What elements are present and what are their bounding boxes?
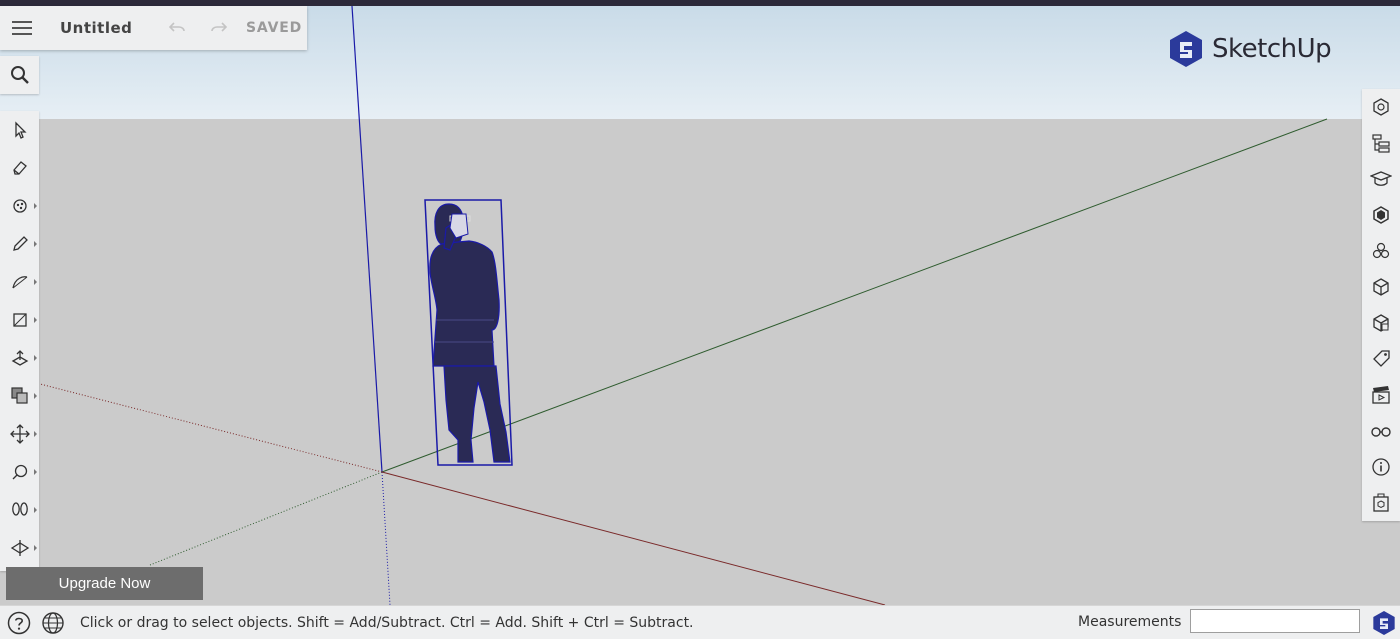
walk-tool[interactable] bbox=[0, 491, 39, 529]
rectangle-icon bbox=[12, 313, 27, 327]
info-icon bbox=[1372, 458, 1390, 476]
language-button[interactable] bbox=[38, 608, 68, 638]
sketchup-icon bbox=[1372, 610, 1395, 635]
document-title[interactable]: Untitled bbox=[60, 19, 156, 37]
help-button[interactable] bbox=[4, 608, 34, 638]
right-panel-toolbar bbox=[1362, 89, 1400, 521]
outliner-panel-button[interactable] bbox=[1362, 125, 1400, 161]
push-pull-icon bbox=[11, 350, 28, 366]
brand-name: SketchUp bbox=[1212, 34, 1332, 64]
left-toolbar bbox=[0, 111, 39, 571]
instructor-panel-button[interactable] bbox=[1362, 161, 1400, 197]
person-figure[interactable] bbox=[424, 199, 513, 466]
solid-tools-panel-button[interactable] bbox=[1362, 305, 1400, 341]
blue-axis bbox=[351, 5, 383, 473]
document-title-bar: Untitled SAVED bbox=[0, 6, 307, 50]
display-panel-button[interactable] bbox=[1362, 413, 1400, 449]
hamburger-icon bbox=[12, 21, 32, 35]
tool-flyout-caret bbox=[34, 507, 37, 513]
redo-button[interactable] bbox=[198, 6, 240, 50]
outliner-icon bbox=[1372, 134, 1390, 153]
scenes-panel-button[interactable] bbox=[1362, 377, 1400, 413]
upgrade-now-button[interactable]: Upgrade Now bbox=[6, 567, 203, 600]
push-pull-tool[interactable] bbox=[0, 339, 39, 377]
measurements-label: Measurements bbox=[1078, 614, 1182, 630]
solid-tools-icon bbox=[1373, 314, 1389, 332]
tool-flyout-caret bbox=[34, 355, 37, 361]
tool-flyout-caret bbox=[34, 317, 37, 323]
green-axis-dotted bbox=[149, 471, 383, 566]
undo-icon bbox=[169, 22, 185, 32]
eraser-icon bbox=[12, 161, 27, 175]
figure-body bbox=[429, 203, 511, 463]
tags-panel-button[interactable] bbox=[1362, 341, 1400, 377]
main-menu-button[interactable] bbox=[0, 6, 44, 50]
tape-measure-icon bbox=[12, 464, 27, 480]
sketchup-menu-button[interactable] bbox=[1370, 609, 1397, 636]
section-plane-tool[interactable] bbox=[0, 529, 39, 567]
red-axis-dotted bbox=[39, 383, 383, 473]
move-tool[interactable] bbox=[0, 415, 39, 453]
model-info-panel-button[interactable] bbox=[1362, 449, 1400, 485]
sketchup-logo: SketchUp bbox=[1168, 30, 1332, 68]
graduation-cap-icon bbox=[1370, 171, 1392, 186]
materials-panel-button[interactable] bbox=[1362, 233, 1400, 269]
rectangle-tool[interactable] bbox=[0, 301, 39, 339]
redo-icon bbox=[211, 22, 227, 32]
tape-measure-tool[interactable] bbox=[0, 453, 39, 491]
globe-icon bbox=[42, 611, 64, 634]
measurements-input[interactable] bbox=[1190, 609, 1360, 633]
3d-warehouse-icon bbox=[1373, 493, 1389, 512]
select-tool[interactable] bbox=[0, 111, 39, 149]
search-button[interactable] bbox=[0, 56, 39, 94]
status-hint-text: Click or drag to select objects. Shift =… bbox=[80, 614, 694, 631]
sketchup-logo-icon bbox=[1170, 31, 1202, 67]
entity-info-panel-button[interactable] bbox=[1362, 89, 1400, 125]
arc-tool[interactable] bbox=[0, 263, 39, 301]
entity-info-icon bbox=[1373, 98, 1389, 116]
walk-icon bbox=[11, 502, 28, 516]
offset-tool[interactable] bbox=[0, 377, 39, 415]
tool-flyout-caret bbox=[34, 279, 37, 285]
tool-flyout-caret bbox=[34, 241, 37, 247]
save-status: SAVED bbox=[246, 20, 302, 36]
eraser-tool[interactable] bbox=[0, 149, 39, 187]
styles-icon bbox=[1373, 278, 1389, 296]
move-icon bbox=[9, 424, 30, 444]
paint-bucket-icon bbox=[12, 199, 27, 213]
3d-warehouse-panel-button[interactable] bbox=[1362, 485, 1400, 521]
styles-panel-button[interactable] bbox=[1362, 269, 1400, 305]
red-axis bbox=[381, 471, 886, 605]
tool-flyout-caret bbox=[34, 393, 37, 399]
select-icon bbox=[14, 121, 27, 139]
components-icon bbox=[1373, 206, 1389, 224]
status-bar: Click or drag to select objects. Shift =… bbox=[0, 605, 1400, 639]
blue-axis-dotted bbox=[381, 471, 391, 605]
offset-icon bbox=[10, 387, 28, 404]
tag-icon bbox=[1373, 350, 1390, 367]
tool-flyout-caret bbox=[34, 431, 37, 437]
tool-flyout-caret bbox=[34, 545, 37, 551]
clapperboard-icon bbox=[1372, 386, 1390, 404]
help-icon bbox=[7, 611, 31, 634]
search-icon bbox=[10, 66, 29, 84]
materials-icon bbox=[1372, 242, 1390, 259]
pencil-icon bbox=[12, 236, 28, 251]
undo-button[interactable] bbox=[156, 6, 198, 50]
components-panel-button[interactable] bbox=[1362, 197, 1400, 233]
pencil-tool[interactable] bbox=[0, 225, 39, 263]
tool-flyout-caret bbox=[34, 469, 37, 475]
tool-flyout-caret bbox=[34, 203, 37, 209]
section-plane-icon bbox=[10, 540, 29, 556]
glasses-icon bbox=[1371, 427, 1391, 437]
paint-tool[interactable] bbox=[0, 187, 39, 225]
green-axis bbox=[381, 118, 1328, 473]
model-viewport[interactable] bbox=[0, 0, 1400, 605]
arc-icon bbox=[11, 276, 27, 289]
